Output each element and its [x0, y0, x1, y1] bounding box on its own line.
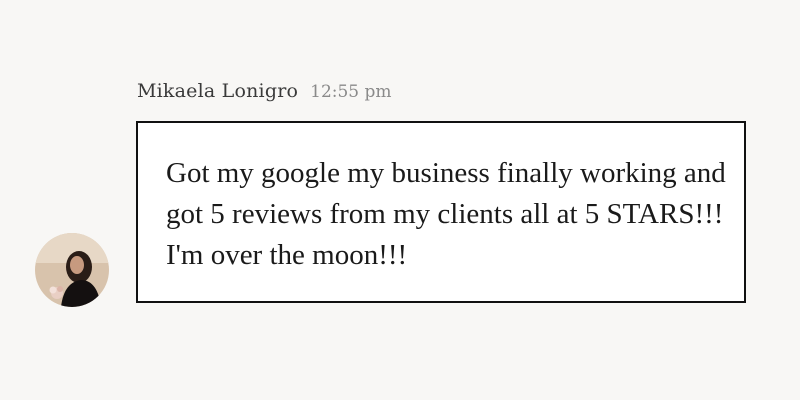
avatar[interactable] [35, 233, 109, 307]
sender-name[interactable]: Mikaela Lonigro [137, 80, 298, 102]
message-bubble: Got my google my business finally workin… [136, 121, 746, 303]
chat-message-canvas: Mikaela Lonigro 12:55 pm Got my google m… [0, 0, 800, 400]
message-text: Got my google my business finally workin… [166, 157, 726, 271]
message-header: Mikaela Lonigro 12:55 pm [137, 80, 392, 102]
user-avatar-icon [35, 233, 109, 307]
message-timestamp: 12:55 pm [310, 82, 392, 102]
